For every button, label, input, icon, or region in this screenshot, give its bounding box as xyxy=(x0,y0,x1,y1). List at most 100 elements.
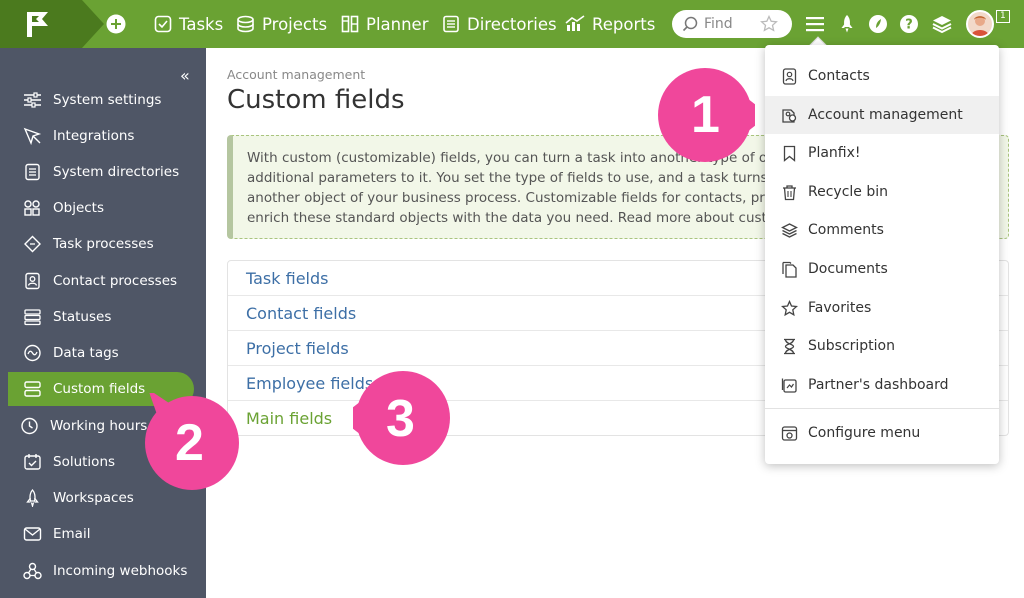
sidebar-item-email[interactable]: Email xyxy=(8,517,194,551)
trash-icon xyxy=(783,184,796,200)
sidebar-item-label: Data tags xyxy=(53,345,119,361)
menu-item-documents[interactable]: Documents xyxy=(765,250,999,288)
menu-item-planfix[interactable]: Planfix! xyxy=(765,134,999,172)
sidebar-item-label: Working hours xyxy=(50,418,148,434)
objects-icon xyxy=(24,200,40,216)
nav-tasks[interactable]: Tasks xyxy=(154,12,223,36)
leaf-icon[interactable] xyxy=(867,13,889,35)
menu-item-label: Planfix! xyxy=(808,145,861,161)
menu-item-partners-dashboard[interactable]: Partner's dashboard xyxy=(765,366,999,404)
statuses-icon xyxy=(24,309,41,326)
user-avatar[interactable] xyxy=(966,10,994,38)
menu-item-label: Recycle bin xyxy=(808,184,888,200)
sidebar-item-label: Contact processes xyxy=(53,273,178,289)
sidebar-item-incoming-webhooks[interactable]: Incoming webhooks xyxy=(8,554,194,588)
logo-arrow xyxy=(82,0,104,48)
integrations-icon xyxy=(23,127,42,145)
menu-item-label: Documents xyxy=(808,261,888,277)
process-icon xyxy=(24,235,41,253)
sidebar-item-system-settings[interactable]: System settings xyxy=(8,83,194,117)
menu-item-contacts[interactable]: Contacts xyxy=(765,57,999,95)
account-management-icon xyxy=(782,108,797,123)
breadcrumb[interactable]: Account management xyxy=(227,67,365,82)
documents-icon xyxy=(782,261,797,278)
email-icon xyxy=(23,527,42,541)
nav-directories-label: Directories xyxy=(467,14,557,34)
planfix-logo-icon[interactable] xyxy=(24,10,50,38)
menu-item-label: Comments xyxy=(808,222,884,238)
menu-item-favorites[interactable]: Favorites xyxy=(765,289,999,327)
search-box[interactable]: Find xyxy=(672,10,792,38)
sidebar-item-label: Custom fields xyxy=(53,381,146,397)
directories-icon xyxy=(443,15,459,33)
menu-item-configure-menu[interactable]: Configure menu xyxy=(765,414,999,452)
nav-planner[interactable]: Planner xyxy=(341,12,429,36)
menu-item-comments[interactable]: Comments xyxy=(765,211,999,249)
rocket-icon[interactable] xyxy=(836,13,858,35)
star-icon[interactable] xyxy=(760,15,778,33)
menu-item-label: Subscription xyxy=(808,338,895,354)
contact-process-icon xyxy=(25,272,40,290)
dashboard-icon xyxy=(781,378,797,393)
layers-icon[interactable] xyxy=(931,13,953,35)
help-icon[interactable]: ? xyxy=(898,13,920,35)
projects-icon xyxy=(237,15,254,33)
comments-icon xyxy=(781,222,798,238)
nav-reports[interactable]: Reports xyxy=(565,12,655,36)
tasks-icon xyxy=(154,15,172,33)
hamburger-menu-icon[interactable] xyxy=(804,13,826,35)
star-icon xyxy=(781,299,798,316)
clock-icon xyxy=(21,417,38,435)
avatar-image xyxy=(971,16,989,36)
sidebar-item-contact-processes[interactable]: Contact processes xyxy=(8,264,194,298)
menu-item-label: Configure menu xyxy=(808,425,921,441)
sidebar-item-objects[interactable]: Objects xyxy=(8,191,194,225)
sidebar-item-label: Email xyxy=(53,526,91,542)
menu-item-subscription[interactable]: Subscription xyxy=(765,327,999,365)
hourglass-icon xyxy=(784,338,795,354)
sidebar-item-label: System settings xyxy=(53,92,162,108)
sidebar-item-label: Workspaces xyxy=(53,490,134,506)
sliders-icon xyxy=(24,92,41,108)
sidebar-item-label: System directories xyxy=(53,164,180,180)
rocket-icon xyxy=(26,489,39,507)
sidebar-item-label: Solutions xyxy=(53,454,116,470)
sidebar-item-data-tags[interactable]: Data tags xyxy=(8,336,194,370)
notification-badge: 1 xyxy=(996,10,1010,23)
solutions-icon xyxy=(24,454,41,470)
sidebar-item-statuses[interactable]: Statuses xyxy=(8,300,194,334)
sidebar-item-label: Statuses xyxy=(53,309,112,325)
sidebar-item-task-processes[interactable]: Task processes xyxy=(8,227,194,261)
menu-divider xyxy=(765,408,999,409)
sidebar-item-label: Objects xyxy=(53,200,105,216)
search-placeholder: Find xyxy=(704,16,733,32)
menu-item-label: Contacts xyxy=(808,68,870,84)
contacts-icon xyxy=(782,67,797,85)
sidebar-item-integrations[interactable]: Integrations xyxy=(8,119,194,153)
bookmark-icon xyxy=(783,145,796,162)
callout-number-3: 3 xyxy=(386,390,415,448)
sidebar-item-label: Incoming webhooks xyxy=(53,563,188,579)
configure-icon xyxy=(781,425,798,441)
menu-item-account-management[interactable]: Account management xyxy=(765,96,999,134)
menu-item-label: Partner's dashboard xyxy=(808,377,949,393)
menu-item-label: Favorites xyxy=(808,300,872,316)
webhooks-icon xyxy=(23,562,42,580)
menu-item-label: Account management xyxy=(808,107,963,123)
callout-number-1: 1 xyxy=(691,86,720,144)
reports-icon xyxy=(565,15,585,31)
nav-planner-label: Planner xyxy=(366,14,429,34)
main-menu-dropdown: Contacts Account management Planfix! Rec… xyxy=(765,45,999,464)
sidebar-item-label: Task processes xyxy=(53,236,154,252)
nav-projects[interactable]: Projects xyxy=(236,12,327,36)
callout-number-2: 2 xyxy=(175,414,204,472)
svg-text:?: ? xyxy=(905,18,913,33)
custom-fields-icon xyxy=(24,381,41,397)
sidebar-item-system-directories[interactable]: System directories xyxy=(8,155,194,189)
add-icon[interactable] xyxy=(106,14,126,34)
data-tags-icon xyxy=(24,344,41,362)
nav-projects-label: Projects xyxy=(262,14,328,34)
nav-directories[interactable]: Directories xyxy=(442,12,557,36)
menu-item-recycle-bin[interactable]: Recycle bin xyxy=(765,173,999,211)
nav-reports-label: Reports xyxy=(592,14,656,34)
